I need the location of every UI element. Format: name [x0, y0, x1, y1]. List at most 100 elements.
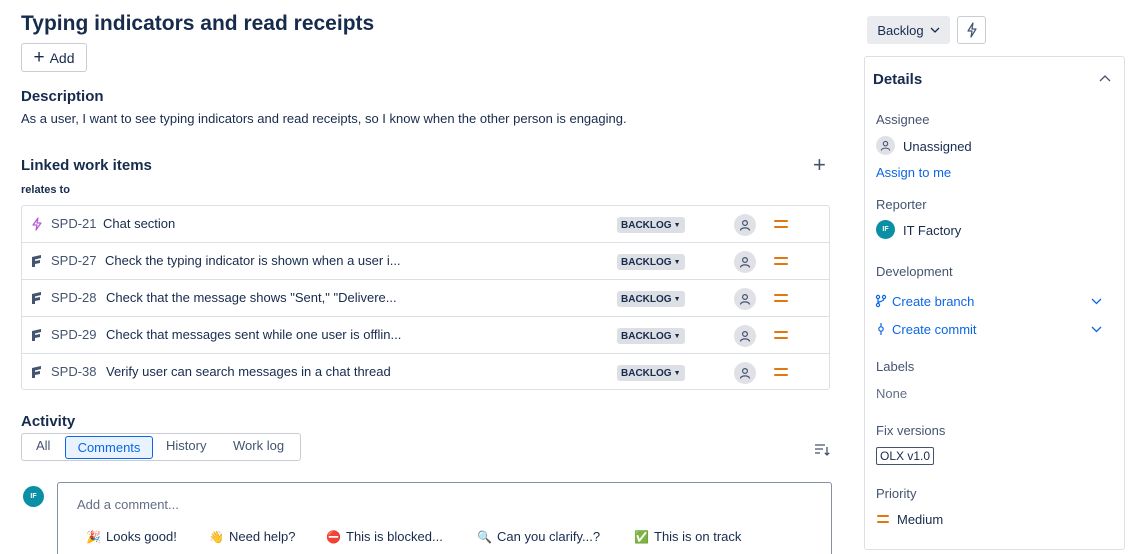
linked-item-key[interactable]: SPD-29 [51, 327, 97, 342]
person-icon [739, 219, 751, 231]
branch-icon [875, 294, 887, 308]
chevron-up-icon[interactable] [1099, 74, 1111, 82]
linked-item-summary[interactable]: Check the typing indicator is shown when… [105, 253, 401, 268]
sort-icon[interactable] [814, 443, 830, 457]
quick-reply-label: Need help? [229, 529, 296, 544]
person-icon [880, 140, 891, 151]
tab-work-log[interactable]: Work log [233, 438, 284, 453]
tab-history[interactable]: History [166, 438, 206, 453]
no-entry-icon: ⛔ [326, 529, 341, 544]
linked-item-status[interactable]: BACKLOG ▼ [617, 217, 685, 233]
test-icon [32, 292, 41, 304]
unassigned-avatar[interactable] [734, 214, 756, 236]
fix-versions-label: Fix versions [876, 423, 946, 438]
person-icon [739, 330, 751, 342]
tab-comments[interactable]: Comments [65, 436, 153, 459]
comment-placeholder: Add a comment... [77, 497, 179, 512]
unassigned-avatar[interactable] [734, 288, 756, 310]
linked-item-key[interactable]: SPD-38 [51, 364, 97, 379]
quick-reply-label: Looks good! [106, 529, 177, 544]
linked-item-status[interactable]: BACKLOG ▼ [617, 254, 685, 270]
linked-item-key[interactable]: SPD-28 [51, 290, 97, 305]
wave-icon: 👋 [209, 529, 224, 544]
chevron-down-icon: ▼ [673, 258, 681, 266]
activity-heading: Activity [21, 413, 76, 430]
quick-reply-looks-good[interactable]: 🎉 Looks good! [86, 529, 177, 544]
plus-icon: + [33, 47, 45, 68]
automation-button[interactable] [957, 16, 986, 44]
chevron-down-icon: ▼ [673, 332, 681, 340]
assign-to-me-link[interactable]: Assign to me [876, 165, 951, 180]
relation-label: relates to [21, 184, 70, 196]
priority-label: Priority [876, 486, 917, 501]
chevron-down-icon[interactable] [1091, 298, 1102, 305]
linked-item-summary[interactable]: Chat section [103, 216, 175, 231]
comment-input[interactable]: Add a comment... 🎉 Looks good! 👋 Need he… [57, 482, 832, 554]
linked-item-row[interactable]: SPD-21 Chat section BACKLOG ▼ [22, 206, 829, 243]
priority-medium-icon [774, 367, 788, 377]
activity-tabs: All Comments History Work log [21, 433, 301, 461]
status-label: BACKLOG [621, 330, 672, 342]
quick-reply-label: Can you clarify...? [497, 529, 601, 544]
linked-item-summary[interactable]: Verify user can search messages in a cha… [106, 364, 391, 379]
test-icon [32, 329, 41, 341]
linked-item-status[interactable]: BACKLOG ▼ [617, 365, 685, 381]
linked-item-row[interactable]: SPD-27 Check the typing indicator is sho… [22, 243, 829, 280]
status-label: BACKLOG [621, 293, 672, 305]
chevron-down-icon: ▼ [673, 295, 681, 303]
linked-item-row[interactable]: SPD-38 Verify user can search messages i… [22, 354, 829, 391]
create-commit-link[interactable]: Create commit [892, 322, 977, 337]
chevron-down-icon [930, 27, 940, 33]
description-heading: Description [21, 88, 104, 105]
add-linked-item-icon[interactable]: + [813, 154, 826, 176]
development-label: Development [876, 264, 953, 279]
issue-title[interactable]: Typing indicators and read receipts [21, 12, 374, 36]
test-icon [32, 366, 41, 378]
description-text[interactable]: As a user, I want to see typing indicato… [21, 111, 627, 126]
linked-item-row[interactable]: SPD-29 Check that messages sent while on… [22, 317, 829, 354]
linked-item-key[interactable]: SPD-21 [51, 216, 97, 231]
quick-reply-need-help[interactable]: 👋 Need help? [209, 529, 296, 544]
linked-item-key[interactable]: SPD-27 [51, 253, 97, 268]
linked-item-status[interactable]: BACKLOG ▼ [617, 291, 685, 307]
linked-item-summary[interactable]: Check that messages sent while one user … [106, 327, 401, 342]
priority-value[interactable]: Medium [897, 512, 943, 527]
unassigned-avatar[interactable] [734, 325, 756, 347]
user-avatar: IF [23, 486, 44, 507]
status-dropdown[interactable]: Backlog [867, 16, 950, 44]
quick-reply-clarify[interactable]: 🔍 Can you clarify...? [477, 529, 600, 544]
test-icon [32, 255, 41, 267]
assignee-value[interactable]: Unassigned [903, 139, 972, 154]
magnifier-icon: 🔍 [477, 529, 492, 544]
quick-reply-blocked[interactable]: ⛔ This is blocked... [326, 529, 443, 544]
lightning-icon [966, 22, 977, 38]
details-heading: Details [873, 71, 923, 88]
linked-item-summary[interactable]: Check that the message shows "Sent," "De… [106, 290, 397, 305]
status-label: BACKLOG [621, 256, 672, 268]
unassigned-avatar[interactable] [734, 362, 756, 384]
linked-items-table: SPD-21 Chat section BACKLOG ▼ SPD-27 Chec… [21, 205, 830, 390]
fix-version-tag[interactable]: OLX v1.0 [876, 447, 935, 465]
priority-medium-icon [774, 293, 788, 303]
linked-item-status[interactable]: BACKLOG ▼ [617, 328, 685, 344]
chevron-down-icon[interactable] [1091, 326, 1102, 333]
commit-icon [878, 323, 884, 335]
status-label: BACKLOG [621, 219, 672, 231]
labels-value[interactable]: None [876, 386, 907, 401]
labels-label: Labels [876, 359, 915, 374]
unassigned-avatar[interactable] [734, 251, 756, 273]
priority-medium-icon [774, 330, 788, 340]
quick-reply-label: This is blocked... [346, 529, 443, 544]
create-branch-link[interactable]: Create branch [892, 294, 974, 309]
unassigned-avatar [876, 136, 895, 155]
quick-reply-on-track[interactable]: ✅ This is on track [634, 529, 741, 544]
person-icon [739, 367, 751, 379]
reporter-value[interactable]: IT Factory [903, 223, 961, 238]
tab-all[interactable]: All [36, 438, 50, 453]
check-icon: ✅ [634, 529, 649, 544]
add-button[interactable]: + Add [21, 43, 87, 72]
chevron-down-icon: ▼ [673, 369, 681, 377]
linked-item-row[interactable]: SPD-28 Check that the message shows "Sen… [22, 280, 829, 317]
main-content: Typing indicators and read receipts + Ad… [21, 0, 832, 554]
person-icon [739, 293, 751, 305]
